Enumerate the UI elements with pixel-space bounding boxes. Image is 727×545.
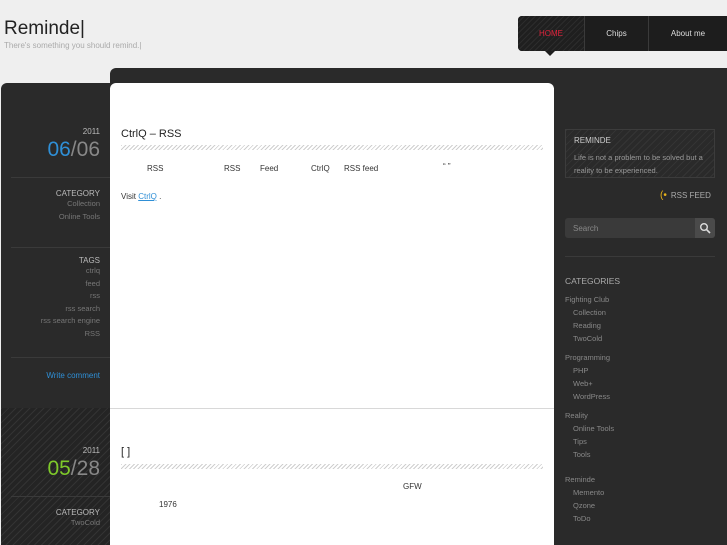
site-tagline: There's something you should remind.|	[4, 41, 141, 50]
post-categories: CATEGORY Collection Online Tools	[1, 189, 110, 223]
category-group-link[interactable]: Reminde	[565, 473, 715, 486]
nav-about-me[interactable]: About me	[649, 16, 727, 51]
post-text: GFW	[403, 482, 422, 491]
post-text: RSS	[147, 164, 163, 173]
search-box	[565, 218, 715, 238]
category-group-link[interactable]: Fighting Club	[565, 293, 715, 306]
tag-link[interactable]: RSS	[1, 328, 110, 341]
category-link[interactable]: Qzone	[565, 499, 715, 512]
tags-heading: TAGS	[1, 256, 110, 265]
post-year: 2011	[1, 446, 110, 455]
widget-text: Life is not a problem to be solved but a…	[574, 152, 712, 177]
post-date: 06/06	[1, 138, 110, 162]
category-heading: CATEGORY	[1, 189, 110, 198]
main-content	[110, 83, 554, 545]
post-date: 05/28	[1, 457, 110, 481]
divider	[11, 496, 120, 497]
reminde-widget: REMINDE Life is not a problem to be solv…	[565, 129, 715, 178]
category-link[interactable]: ToDo	[565, 512, 715, 525]
post-text: RSS	[224, 164, 240, 173]
search-button[interactable]	[695, 218, 715, 238]
tag-link[interactable]: rss search engine	[1, 315, 110, 328]
category-group-link[interactable]: Reality	[565, 409, 715, 422]
visit-line: Visit CtrlQ .	[121, 192, 161, 201]
category-link[interactable]: TwoCold	[1, 517, 110, 530]
category-heading: CATEGORY	[1, 508, 110, 517]
category-link[interactable]: Reading	[565, 319, 715, 332]
post-day: 28	[77, 457, 100, 480]
category-link[interactable]: Collection	[1, 198, 110, 211]
post-title[interactable]: CtrlQ – RSS	[121, 128, 182, 140]
post-month: 05	[47, 457, 70, 480]
category-link[interactable]: Memento	[565, 486, 715, 499]
visit-prefix: Visit	[121, 192, 138, 201]
category-group: Reality Online Tools Tips Tools	[565, 409, 715, 461]
title-underline	[121, 464, 543, 469]
post-title[interactable]: [ ]	[121, 446, 130, 458]
post-year: 2011	[1, 127, 110, 136]
category-link[interactable]: Online Tools	[1, 211, 110, 224]
nav-home[interactable]: HOME	[518, 16, 585, 51]
title-underline	[121, 145, 543, 150]
category-group-link[interactable]: Programming	[565, 351, 715, 364]
category-link[interactable]: PHP	[565, 364, 715, 377]
site-title[interactable]: Reminde|	[4, 18, 85, 40]
post-month: 06	[47, 138, 70, 161]
post-text: 1976	[159, 500, 177, 509]
category-link[interactable]: Collection	[565, 306, 715, 319]
rss-feed-label: RSS FEED	[671, 191, 711, 200]
visit-suffix: .	[157, 192, 161, 201]
comment-area: Write comment	[1, 371, 110, 380]
divider	[11, 357, 120, 358]
category-link[interactable]: Tools	[565, 448, 715, 461]
ctrlq-link[interactable]: CtrlQ	[138, 192, 157, 201]
post-meta: 2011 06/06	[1, 127, 110, 162]
tag-link[interactable]: rss	[1, 290, 110, 303]
rss-feed-link[interactable]: (• RSS FEED	[660, 190, 711, 201]
category-group: Reminde Memento Qzone ToDo	[565, 473, 715, 525]
category-group: Fighting Club Collection Reading TwoCold	[565, 293, 715, 345]
post-day: 06	[77, 138, 100, 161]
tag-link[interactable]: rss search	[1, 303, 110, 316]
category-link[interactable]: Tips	[565, 435, 715, 448]
categories-heading: CATEGORIES	[565, 276, 620, 286]
write-comment-link[interactable]: Write comment	[1, 371, 110, 380]
post-tags: TAGS ctrlq feed rss rss search rss searc…	[1, 256, 110, 340]
nav-chips[interactable]: Chips	[585, 16, 649, 51]
post-meta: 2011 05/28	[1, 446, 110, 481]
nav-active-pointer	[545, 51, 555, 56]
category-group: Programming PHP Web+ WordPress	[565, 351, 715, 403]
category-link[interactable]: Web+	[565, 377, 715, 390]
rss-icon: (•	[660, 190, 667, 201]
post-divider	[110, 408, 554, 409]
search-icon	[699, 222, 711, 234]
post-categories: CATEGORY TwoCold	[1, 508, 110, 530]
divider	[11, 247, 120, 248]
category-link[interactable]: Online Tools	[565, 422, 715, 435]
categories-list: Fighting Club Collection Reading TwoCold…	[565, 293, 715, 531]
widget-title: REMINDE	[574, 136, 611, 145]
tag-link[interactable]: feed	[1, 278, 110, 291]
tag-link[interactable]: ctrlq	[1, 265, 110, 278]
sidebar-divider	[565, 256, 715, 257]
category-link[interactable]: WordPress	[565, 390, 715, 403]
post-text: RSS feed	[344, 164, 378, 173]
divider	[11, 177, 120, 178]
post-text: “ ”	[443, 162, 451, 171]
main-nav: HOME Chips About me	[518, 16, 727, 51]
search-input[interactable]	[565, 218, 693, 238]
category-link[interactable]: TwoCold	[565, 332, 715, 345]
post-text: Feed	[260, 164, 278, 173]
post-text: CtrlQ	[311, 164, 330, 173]
